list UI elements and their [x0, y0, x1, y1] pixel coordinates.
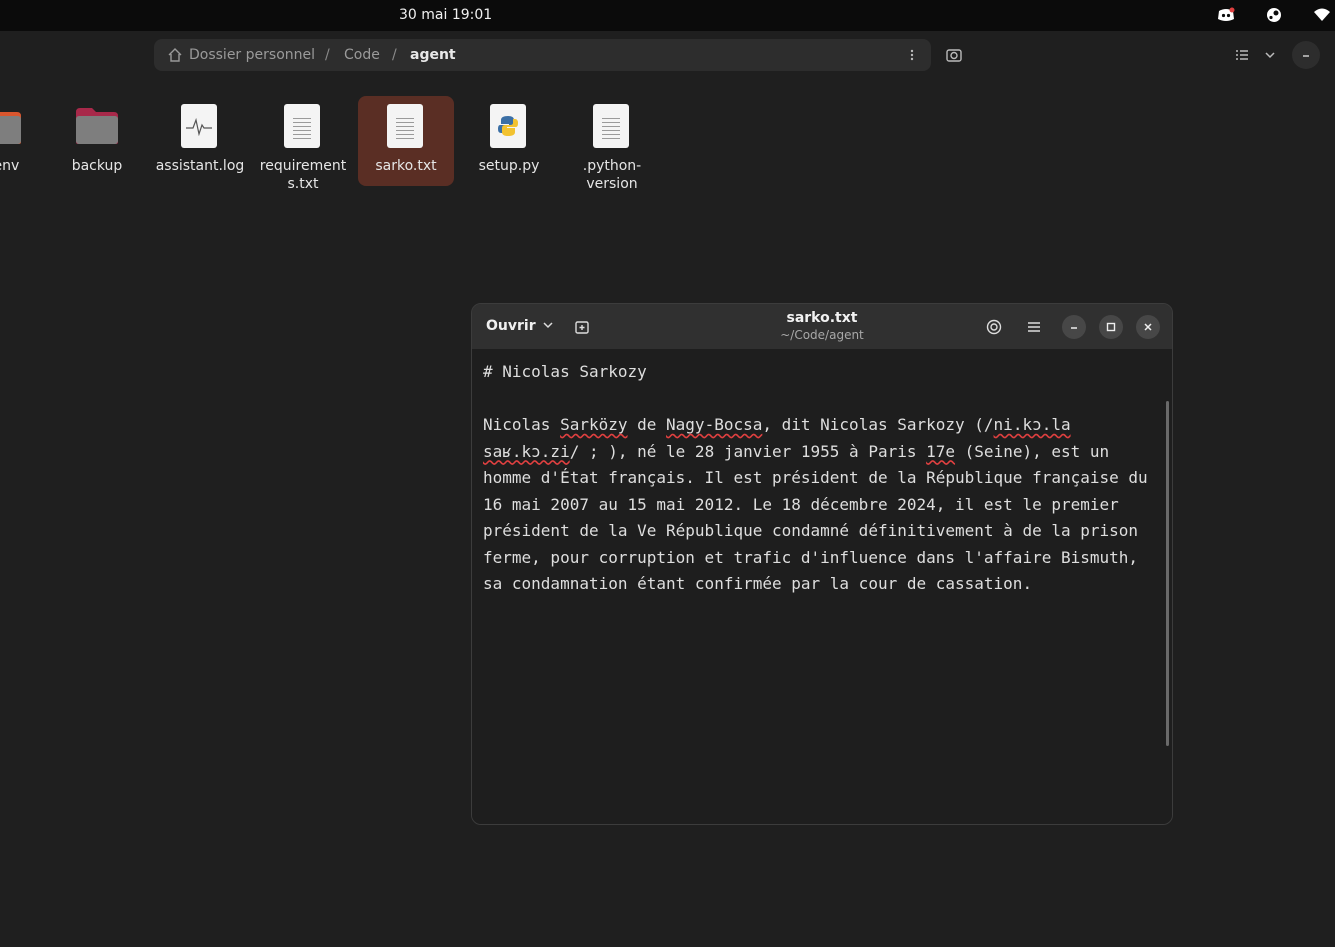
misspelled-word: 17e — [926, 441, 956, 461]
vertical-scrollbar[interactable] — [1166, 401, 1169, 746]
new-tab-icon[interactable] — [574, 319, 590, 335]
folder-icon — [0, 112, 21, 144]
list-view-icon[interactable] — [1234, 47, 1250, 63]
window-title: sarko.txt — [786, 310, 858, 326]
search-icon[interactable] — [945, 46, 963, 64]
breadcrumb-code[interactable]: Code — [344, 47, 380, 63]
breadcrumb-separator: / — [392, 47, 397, 63]
misspelled-word: Sarközy — [560, 415, 628, 434]
window-subtitle: ~/Code/agent — [780, 328, 864, 342]
open-button[interactable]: Ouvrir — [486, 318, 554, 334]
breadcrumb: Dossier personnel / Code / agent — [154, 39, 931, 71]
minimize-icon — [1303, 55, 1309, 57]
clock[interactable]: 30 mai 19:01 — [399, 7, 492, 23]
file-item-python-version[interactable]: .python-version — [564, 96, 660, 192]
close-icon — [1144, 323, 1152, 331]
file-name: .python-version — [582, 158, 642, 192]
breadcrumb-home[interactable]: Dossier personnel — [189, 47, 315, 63]
text-file-icon — [284, 104, 320, 148]
wifi-icon[interactable] — [1313, 7, 1331, 23]
log-file-icon — [181, 104, 217, 148]
file-name: requirement s.txt — [259, 158, 347, 192]
text-view[interactable]: # Nicolas Sarkozy Nicolas Sarközy de Nag… — [472, 349, 1172, 824]
file-item-venv[interactable]: .venv — [0, 96, 48, 186]
maximize-icon — [1106, 322, 1116, 332]
file-item-setup-py[interactable]: setup.py — [461, 96, 557, 186]
chevron-down-icon — [543, 322, 554, 329]
file-name: assistant.log — [155, 158, 245, 174]
maximize-button[interactable] — [1099, 315, 1123, 339]
settings-icon[interactable] — [985, 318, 1003, 336]
file-item-assistant-log[interactable]: assistant.log — [152, 96, 248, 186]
minimize-button[interactable] — [1292, 41, 1320, 69]
file-item-requirements[interactable]: requirement s.txt — [255, 96, 351, 192]
document-heading: # Nicolas Sarkozy — [483, 362, 647, 381]
minimize-button[interactable] — [1062, 315, 1086, 339]
file-name: sarko.txt — [375, 158, 437, 174]
system-top-bar: 30 mai 19:01 — [0, 0, 1335, 31]
misspelled-word: ni.kɔ.la — [993, 415, 1071, 434]
steam-icon[interactable] — [1265, 7, 1283, 23]
text-editor-window: Ouvrir sarko.txt ~/Code/agent # Nicolas … — [471, 303, 1173, 825]
file-item-sarko[interactable]: sarko.txt — [358, 96, 454, 186]
python-file-icon — [490, 104, 526, 148]
close-button[interactable] — [1136, 315, 1160, 339]
text-file-icon — [593, 104, 629, 148]
document-paragraph: Nicolas Sarközy de Nagy-Bocsa, dit Nicol… — [483, 415, 1158, 593]
breadcrumb-agent[interactable]: agent — [410, 47, 456, 63]
file-name: backup — [71, 158, 123, 174]
more-options-icon[interactable] — [908, 48, 916, 62]
home-icon — [168, 48, 182, 62]
editor-headerbar: Ouvrir sarko.txt ~/Code/agent — [472, 304, 1172, 349]
breadcrumb-separator: / — [325, 47, 330, 63]
file-name: .venv — [0, 158, 20, 174]
chevron-down-icon[interactable] — [1263, 48, 1277, 62]
misspelled-word: saʁ.kɔ.zi — [483, 441, 570, 461]
menu-icon[interactable] — [1026, 319, 1042, 335]
misspelled-word: Nagy-Bocsa — [666, 415, 763, 434]
document-text[interactable]: # Nicolas Sarkozy Nicolas Sarközy de Nag… — [483, 359, 1153, 598]
discord-icon[interactable] — [1217, 7, 1235, 23]
folder-icon — [76, 108, 118, 144]
file-name: setup.py — [478, 158, 540, 174]
minimize-icon — [1071, 327, 1077, 329]
text-file-icon — [387, 104, 423, 148]
file-item-backup[interactable]: backup — [49, 96, 145, 186]
